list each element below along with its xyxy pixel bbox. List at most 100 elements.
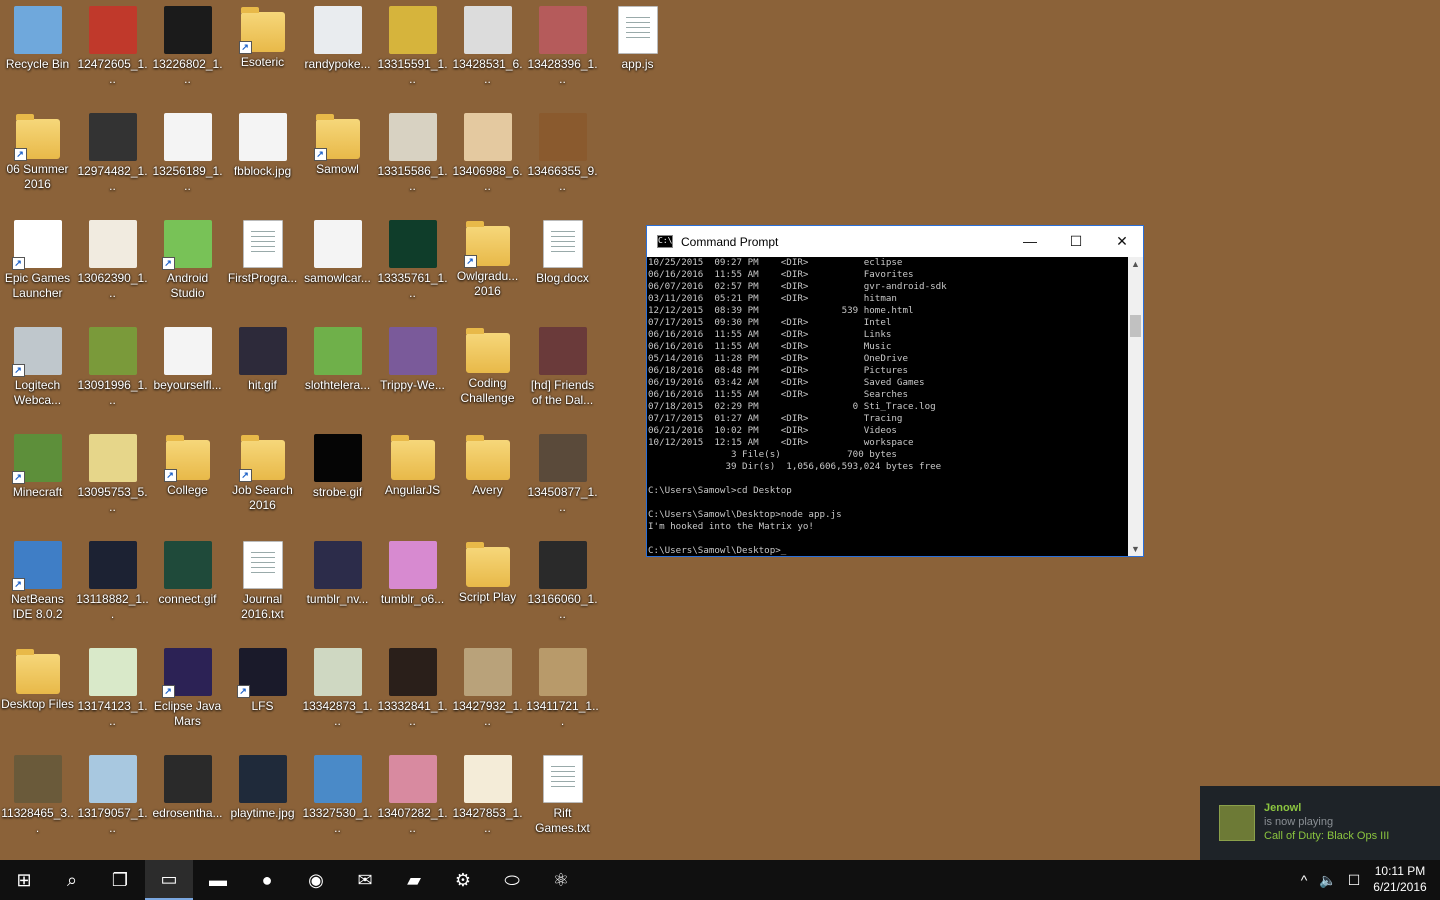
system-clock[interactable]: 10:11 PM 6/21/2016 (1366, 863, 1434, 895)
desktop-icon[interactable]: 13411721_1... (525, 642, 600, 747)
desktop-icon[interactable]: playtime.jpg (225, 749, 300, 854)
desktop-icon[interactable]: connect.gif (150, 535, 225, 640)
desktop-icon[interactable]: ↗ LFS (225, 642, 300, 747)
oculus-icon[interactable]: ⬭ (488, 860, 536, 900)
desktop-icon[interactable]: Trippy-We... (375, 321, 450, 426)
desktop-icon[interactable]: 13342873_1... (300, 642, 375, 747)
desktop-icon[interactable]: 11328465_3... (0, 749, 75, 854)
desktop-icon[interactable]: 13427853_1... (450, 749, 525, 854)
desktop-icon[interactable]: samowlcar... (300, 214, 375, 319)
desktop-icon-label: [hd] Friends of the Dal... (530, 378, 595, 407)
chrome-icon[interactable]: ◉ (292, 860, 340, 900)
maximize-button[interactable]: ☐ (1053, 226, 1099, 256)
firefox-icon[interactable]: ● (243, 860, 291, 900)
image-thumbnail-icon (388, 648, 437, 696)
desktop-icon[interactable]: ↗ Epic Games Launcher (0, 214, 75, 319)
desktop-icon[interactable]: 13406988_6... (450, 107, 525, 212)
desktop-icon[interactable]: 13407282_1... (375, 749, 450, 854)
desktop-icon[interactable]: ↗ Esoteric (225, 0, 300, 105)
image-thumbnail-icon (388, 541, 437, 589)
desktop-icon[interactable]: 13174123_1... (75, 642, 150, 747)
desktop-icon[interactable]: 13256189_1... (150, 107, 225, 212)
console-output[interactable]: 10/25/2015 09:27 PM <DIR> eclipse 06/16/2… (647, 257, 1129, 556)
desktop-icon[interactable]: Journal 2016.txt (225, 535, 300, 640)
desktop-icon-label: Android Studio (166, 271, 209, 300)
steam-icon[interactable]: ⚙ (439, 860, 487, 900)
desktop-icon[interactable]: edrosentha... (150, 749, 225, 854)
desktop-icon[interactable]: ↗ 06 Summer 2016 (0, 107, 75, 212)
desktop-icon[interactable]: 13315586_1... (375, 107, 450, 212)
desktop-icon[interactable]: tumblr_o6... (375, 535, 450, 640)
show-hidden-icons-icon[interactable]: ^ (1292, 860, 1316, 900)
task-view-icon[interactable]: ❐ (96, 860, 144, 900)
desktop-icon[interactable]: strobe.gif (300, 428, 375, 533)
scroll-down-arrow-icon[interactable]: ▼ (1128, 542, 1143, 556)
start-button[interactable]: ⊞ (0, 860, 48, 900)
command-prompt-window[interactable]: C:\ Command Prompt — ☐ ✕ 10/25/2015 09:2… (646, 225, 1144, 557)
desktop-icon[interactable]: 13062390_1... (75, 214, 150, 319)
minimize-button[interactable]: — (1007, 226, 1053, 256)
scrollbar-thumb[interactable] (1130, 315, 1141, 337)
desktop-icon[interactable]: beyourselfl... (150, 321, 225, 426)
desktop-icon[interactable]: 13327530_1... (300, 749, 375, 854)
search-icon[interactable]: ⌕ (48, 860, 96, 900)
desktop-icon[interactable]: 13315591_1... (375, 0, 450, 105)
close-button[interactable]: ✕ (1099, 226, 1145, 256)
desktop-icon[interactable]: Rift Games.txt (525, 749, 600, 854)
desktop-icon[interactable]: app.js (600, 0, 675, 105)
command-prompt-taskbar-icon[interactable]: ▭ (145, 860, 193, 900)
shortcut-arrow-icon: ↗ (11, 471, 25, 484)
desktop-icon[interactable]: 12472605_1... (75, 0, 150, 105)
desktop-icon[interactable]: Coding Challenge (450, 321, 525, 426)
desktop-icon[interactable]: randypoke... (300, 0, 375, 105)
desktop-icon[interactable]: ↗ Logitech Webca... (0, 321, 75, 426)
desktop-icon[interactable]: 13428531_6... (450, 0, 525, 105)
file-explorer-icon[interactable]: ▬ (194, 860, 242, 900)
folder-taskbar-icon[interactable]: ▰ (390, 860, 438, 900)
desktop-icon[interactable]: 12974482_1... (75, 107, 150, 212)
desktop-icon[interactable]: 13466355_9... (525, 107, 600, 212)
desktop-icon[interactable]: 13095753_5... (75, 428, 150, 533)
desktop-icon[interactable]: ↗ NetBeans IDE 8.0.2 (0, 535, 75, 640)
desktop-icon[interactable]: ↗ Samowl (300, 107, 375, 212)
desktop-icon[interactable]: ↗ Job Search 2016 (225, 428, 300, 533)
desktop-icon[interactable]: 13091996_1... (75, 321, 150, 426)
desktop-icon[interactable]: tumblr_nv... (300, 535, 375, 640)
desktop-icon[interactable]: FirstProgra... (225, 214, 300, 319)
atom-icon[interactable]: ⚛ (537, 860, 585, 900)
desktop-icon[interactable]: Recycle Bin (0, 0, 75, 105)
desktop-icon[interactable]: slothtelera... (300, 321, 375, 426)
vertical-scrollbar[interactable]: ▲ ▼ (1128, 257, 1143, 556)
shortcut-arrow-icon: ↗ (313, 148, 327, 161)
desktop-icon[interactable]: Avery (450, 428, 525, 533)
desktop-icon[interactable]: ↗ Eclipse Java Mars (150, 642, 225, 747)
desktop-icon[interactable]: 13118882_1... (75, 535, 150, 640)
desktop-icon[interactable]: Desktop Files (0, 642, 75, 747)
desktop-icon[interactable]: ↗ Owlgradu... 2016 (450, 214, 525, 319)
desktop-icon[interactable]: AngularJS (375, 428, 450, 533)
steam-notification[interactable]: Jenowl is now playing Call of Duty: Blac… (1200, 786, 1440, 860)
desktop-icon[interactable]: 13450877_1... (525, 428, 600, 533)
outlook-icon[interactable]: ✉ (341, 860, 389, 900)
desktop-icon[interactable]: fbblock.jpg (225, 107, 300, 212)
desktop-icon[interactable]: 13428396_1... (525, 0, 600, 105)
console-line: 10/25/2015 09:27 PM <DIR> eclipse (648, 257, 903, 268)
window-titlebar[interactable]: C:\ Command Prompt — ☐ ✕ (647, 226, 1143, 257)
desktop-icon[interactable]: ↗ College (150, 428, 225, 533)
desktop-icon[interactable]: Script Play (450, 535, 525, 640)
desktop-icon[interactable]: Blog.docx (525, 214, 600, 319)
scroll-up-arrow-icon[interactable]: ▲ (1128, 257, 1143, 271)
desktop-icon[interactable]: ↗ Android Studio (150, 214, 225, 319)
desktop-icon[interactable]: 13226802_1... (150, 0, 225, 105)
desktop-icon[interactable]: 13332841_1... (375, 642, 450, 747)
desktop-icon[interactable]: 13427932_1... (450, 642, 525, 747)
desktop-icon-label: playtime.jpg (230, 806, 295, 820)
desktop-icon[interactable]: 13179057_1... (75, 749, 150, 854)
action-center-icon[interactable]: ☐ (1342, 860, 1366, 900)
volume-icon[interactable]: 🔈 (1316, 860, 1340, 900)
desktop-icon[interactable]: ↗ Minecraft (0, 428, 75, 533)
desktop-icon[interactable]: 13335761_1... (375, 214, 450, 319)
desktop-icon[interactable]: 13166060_1... (525, 535, 600, 640)
desktop-icon[interactable]: [hd] Friends of the Dal... (525, 321, 600, 426)
desktop-icon[interactable]: hit.gif (225, 321, 300, 426)
